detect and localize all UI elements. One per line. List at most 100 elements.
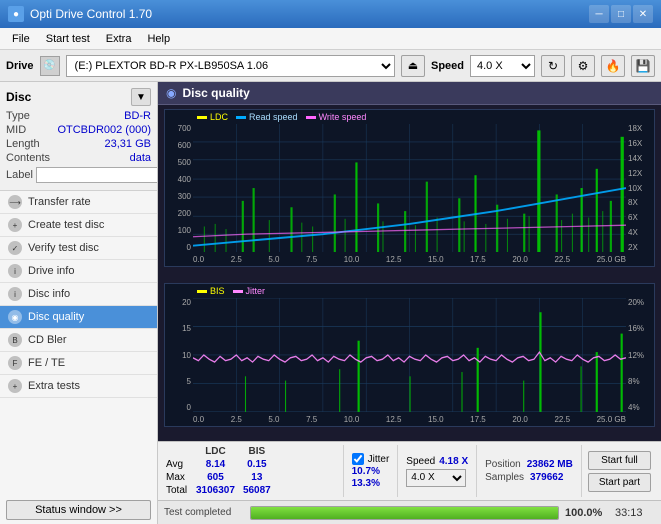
- transfer-rate-icon: ⟶: [8, 195, 22, 209]
- chart2-svg: [193, 298, 626, 412]
- mid-value: OTCBDR002 (000): [57, 124, 151, 136]
- action-buttons: Start full Start part: [581, 445, 657, 497]
- verify-test-icon: ✓: [8, 241, 22, 255]
- sidebar-item-extra-tests[interactable]: + Extra tests: [0, 375, 157, 398]
- chart1-svg: [193, 124, 626, 252]
- drive-select[interactable]: (E:) PLEXTOR BD-R PX-LB950SA 1.06: [66, 55, 395, 77]
- sidebar-item-label: Disc quality: [28, 311, 84, 323]
- app-title: Opti Drive Control 1.70: [30, 7, 152, 21]
- chart1-y-axis-left: 7006005004003002001000: [165, 124, 193, 252]
- sidebar-item-label: FE / TE: [28, 357, 65, 369]
- drive-label: Drive: [6, 60, 34, 72]
- total-ldc: 3106307: [192, 484, 239, 497]
- avg-jitter: 10.7%: [352, 466, 390, 477]
- chart2-y-axis-right: 20%16%12%8%4%: [626, 298, 654, 412]
- start-full-button[interactable]: Start full: [588, 451, 651, 470]
- disc-quality-icon: ◉: [8, 310, 22, 324]
- right-panel: ◉ Disc quality LDC Read speed: [158, 82, 661, 524]
- minimize-button[interactable]: ─: [589, 5, 609, 23]
- save-icon[interactable]: 💾: [631, 55, 655, 77]
- sidebar-item-verify-test-disc[interactable]: ✓ Verify test disc: [0, 237, 157, 260]
- total-label: Total: [162, 484, 192, 497]
- create-test-icon: +: [8, 218, 22, 232]
- read-speed-legend: Read speed: [236, 112, 298, 122]
- disc-info-icon: i: [8, 287, 22, 301]
- panel-header: ◉ Disc quality: [158, 82, 661, 105]
- length-value: 23,31 GB: [105, 138, 151, 150]
- menu-extra[interactable]: Extra: [98, 31, 140, 47]
- length-label: Length: [6, 138, 40, 150]
- disc-label-input[interactable]: [36, 167, 158, 183]
- menu-file[interactable]: File: [4, 31, 38, 47]
- contents-label: Contents: [6, 152, 50, 164]
- jitter-checkbox[interactable]: [352, 453, 364, 465]
- sidebar-item-disc-quality[interactable]: ◉ Disc quality: [0, 306, 157, 329]
- disc-title: Disc: [6, 90, 31, 104]
- samples-label: Samples: [485, 472, 524, 483]
- speed-select[interactable]: 4.0 X: [470, 55, 535, 77]
- avg-speed: 4.18 X: [439, 456, 468, 467]
- refresh-icon[interactable]: ↻: [541, 55, 565, 77]
- chart1-y-axis-right: 18X16X14X12X10X8X6X4X2X: [626, 124, 654, 252]
- sidebar-item-label: Extra tests: [28, 380, 80, 392]
- status-text: Test completed: [164, 507, 244, 518]
- menu-help[interactable]: Help: [139, 31, 178, 47]
- avg-bis: 0.15: [239, 458, 275, 471]
- sidebar-item-label: Disc info: [28, 288, 70, 300]
- sidebar-item-label: Create test disc: [28, 219, 104, 231]
- sidebar-item-transfer-rate[interactable]: ⟶ Transfer rate: [0, 191, 157, 214]
- sidebar-item-label: Drive info: [28, 265, 74, 277]
- speed-dropdown[interactable]: 4.0 X: [406, 469, 466, 487]
- progress-percent: 100.0%: [565, 507, 609, 519]
- max-jitter: 13.3%: [352, 478, 390, 489]
- progress-track: [250, 506, 559, 520]
- maximize-button[interactable]: □: [611, 5, 631, 23]
- write-speed-legend: Write speed: [306, 112, 367, 122]
- jitter-legend: Jitter: [233, 286, 266, 296]
- burn-icon[interactable]: 🔥: [601, 55, 625, 77]
- stats-table: LDC BIS Avg 8.14 0.15 Max 605 13 Total: [162, 445, 343, 497]
- sidebar-item-fe-te[interactable]: F FE / TE: [0, 352, 157, 375]
- cd-bler-icon: B: [8, 333, 22, 347]
- sidebar-item-drive-info[interactable]: i Drive info: [0, 260, 157, 283]
- bis-legend: BIS: [197, 286, 225, 296]
- sidebar-item-cd-bler[interactable]: B CD Bler: [0, 329, 157, 352]
- fe-te-icon: F: [8, 356, 22, 370]
- sidebar-item-disc-info[interactable]: i Disc info: [0, 283, 157, 306]
- mid-label: MID: [6, 124, 26, 136]
- speed-section: Speed 4.18 X 4.0 X: [397, 445, 476, 497]
- start-part-button[interactable]: Start part: [588, 473, 651, 492]
- position-value: 23862 MB: [527, 459, 573, 470]
- status-window-button[interactable]: Status window >>: [6, 500, 151, 520]
- max-ldc: 605: [192, 471, 239, 484]
- type-label: Type: [6, 110, 30, 122]
- settings-icon[interactable]: ⚙: [571, 55, 595, 77]
- avg-ldc: 8.14: [192, 458, 239, 471]
- stats-bar: LDC BIS Avg 8.14 0.15 Max 605 13 Total: [158, 441, 661, 500]
- sidebar: Disc ▼ Type BD-R MID OTCBDR002 (000) Len…: [0, 82, 158, 524]
- position-label: Position: [485, 459, 521, 470]
- ldc-legend: LDC: [197, 112, 228, 122]
- chart2-area: 0.02.55.07.510.012.515.017.520.022.525.0…: [193, 298, 626, 412]
- panel-icon: ◉: [166, 86, 176, 100]
- max-bis: 13: [239, 471, 275, 484]
- contents-value: data: [130, 152, 151, 164]
- eject-button[interactable]: ⏏: [401, 55, 425, 77]
- progress-time: 33:13: [615, 507, 655, 519]
- chart1-area: 0.02.55.07.510.012.515.017.520.022.525.0…: [193, 124, 626, 252]
- sidebar-item-create-test-disc[interactable]: + Create test disc: [0, 214, 157, 237]
- progress-fill: [251, 507, 558, 519]
- extra-tests-icon: +: [8, 379, 22, 393]
- total-bis: 56087: [239, 484, 275, 497]
- app-icon: ●: [8, 6, 24, 22]
- position-section: Position 23862 MB Samples 379662: [476, 445, 581, 497]
- drive-bar: Drive 💿 (E:) PLEXTOR BD-R PX-LB950SA 1.0…: [0, 50, 661, 82]
- disc-options-button[interactable]: ▼: [131, 88, 151, 106]
- drive-icon: 💿: [40, 56, 60, 76]
- chart2-x-labels: 0.02.55.07.510.012.515.017.520.022.525.0…: [193, 415, 626, 424]
- type-value: BD-R: [124, 110, 151, 122]
- menu-start-test[interactable]: Start test: [38, 31, 98, 47]
- close-button[interactable]: ✕: [633, 5, 653, 23]
- progress-bar-row: Test completed 100.0% 33:13: [158, 500, 661, 524]
- drive-info-icon: i: [8, 264, 22, 278]
